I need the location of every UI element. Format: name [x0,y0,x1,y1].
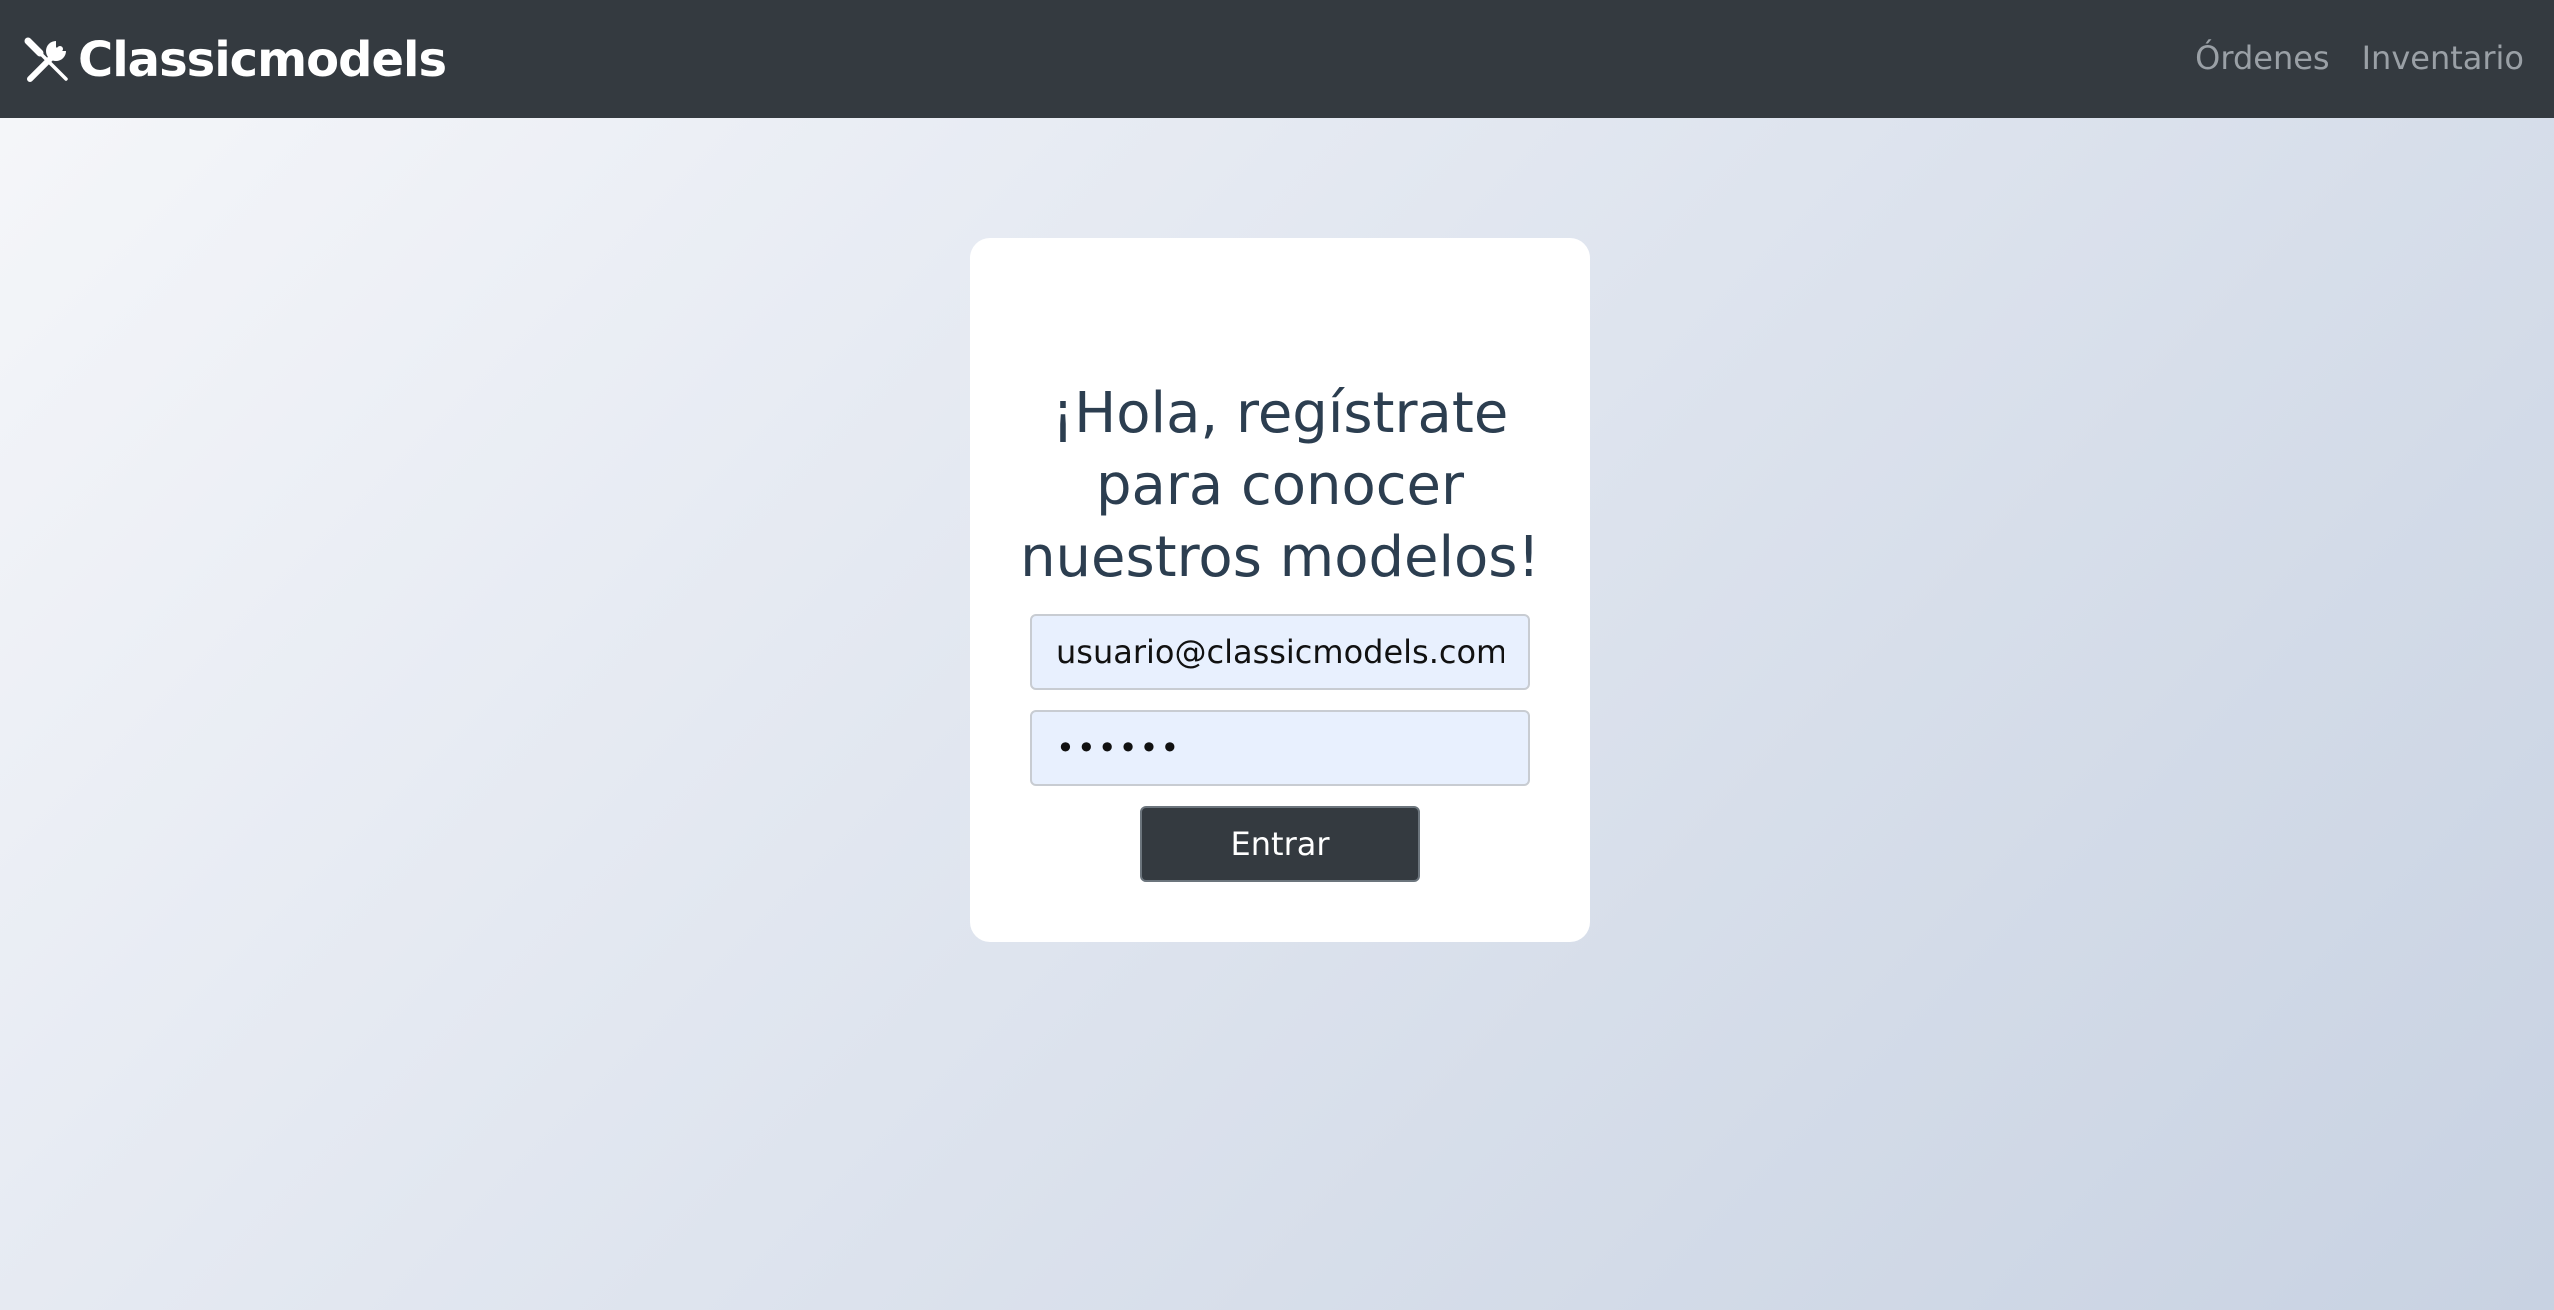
nav-link-ordenes[interactable]: Órdenes [2195,30,2329,86]
nav-links: Órdenes Inventario [2163,30,2524,86]
brand-link[interactable]: Classicmodels [20,30,447,90]
login-card: ¡Hola, regístrate para conocer nuestros … [970,238,1590,942]
top-navbar: Classicmodels Órdenes Inventario [0,0,2554,118]
nav-link-inventario[interactable]: Inventario [2362,30,2524,86]
password-field[interactable] [1030,710,1530,786]
email-field[interactable] [1030,614,1530,690]
login-button[interactable]: Entrar [1140,806,1420,882]
login-heading: ¡Hola, regístrate para conocer nuestros … [1020,381,1540,590]
brand-name: Classicmodels [78,32,447,88]
tools-icon [24,37,68,82]
